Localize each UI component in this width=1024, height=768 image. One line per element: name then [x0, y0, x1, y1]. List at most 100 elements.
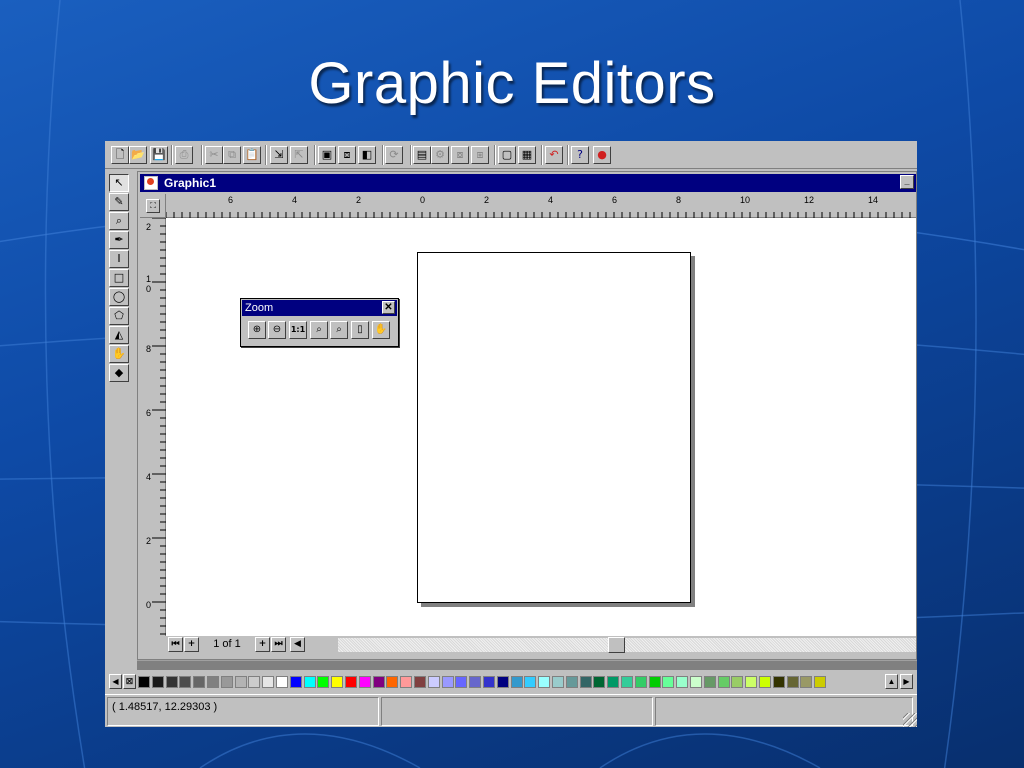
color-swatch[interactable]	[427, 676, 440, 688]
color-swatch[interactable]	[759, 676, 771, 688]
apple-button[interactable]: ●	[593, 146, 611, 164]
color-swatch[interactable]	[745, 676, 758, 688]
copy-button[interactable]: ⧉	[223, 146, 241, 164]
color-swatch[interactable]	[386, 676, 399, 688]
color-swatch[interactable]	[538, 676, 551, 688]
horizontal-ruler[interactable]: 6 4 2 0 2 4 6 8 10 12 14	[165, 194, 916, 218]
color-swatch[interactable]	[138, 676, 150, 688]
color-swatch[interactable]	[303, 676, 316, 688]
color-swatch[interactable]	[165, 676, 178, 688]
paste-button[interactable]: 📋	[243, 146, 261, 164]
color-swatch[interactable]	[483, 676, 495, 688]
undo-button[interactable]: ↶	[545, 146, 563, 164]
color-swatch[interactable]	[317, 676, 330, 688]
color-swatch[interactable]	[786, 676, 799, 688]
zoom-out-button[interactable]: ⊖	[268, 321, 286, 339]
color-swatch[interactable]	[289, 676, 302, 688]
color-swatch[interactable]	[510, 676, 523, 688]
color-swatch[interactable]	[662, 676, 675, 688]
text-tool[interactable]: I	[109, 250, 129, 268]
color-swatch[interactable]	[151, 676, 164, 688]
fill-hand-tool[interactable]: ✋	[109, 345, 129, 363]
drawing-canvas[interactable]	[166, 218, 916, 636]
add-page-before-button[interactable]: +	[184, 637, 199, 652]
help-button[interactable]: ?	[571, 146, 589, 164]
color-swatch[interactable]	[345, 676, 357, 688]
frame-button[interactable]: ▢	[498, 146, 516, 164]
color-swatch[interactable]	[772, 676, 785, 688]
color-swatch[interactable]	[690, 676, 702, 688]
new-document-button[interactable]: 🗋	[111, 146, 129, 164]
align-button[interactable]: ◧	[358, 146, 376, 164]
add-page-after-button[interactable]: +	[255, 637, 270, 652]
polygon-tool[interactable]: ⬠	[109, 307, 129, 325]
color-swatch[interactable]	[565, 676, 578, 688]
rotate-button[interactable]: ⟳	[385, 146, 403, 164]
open-button[interactable]: 📂	[129, 146, 147, 164]
color-swatch[interactable]	[455, 676, 468, 688]
zoom-all-button[interactable]: ⌕	[330, 321, 348, 339]
no-color-swatch[interactable]: ☒	[123, 674, 136, 689]
view-button[interactable]: ▣	[318, 146, 336, 164]
fill-tool[interactable]: ◆	[109, 364, 129, 382]
save-button[interactable]: 💾	[150, 146, 168, 164]
import-button[interactable]: ⇲	[270, 146, 288, 164]
export-button[interactable]: ⇱	[290, 146, 308, 164]
ruler-origin[interactable]: ⛶	[140, 194, 166, 218]
color-swatch[interactable]	[276, 676, 288, 688]
color-swatch[interactable]	[469, 676, 482, 688]
arrange-button[interactable]: ⧈	[338, 146, 356, 164]
select-tool[interactable]: ↖	[109, 174, 129, 192]
color-swatch[interactable]	[414, 676, 426, 688]
color-swatch[interactable]	[207, 676, 219, 688]
horizontal-scroll-thumb[interactable]	[608, 637, 625, 653]
color-swatch[interactable]	[496, 676, 509, 688]
color-swatch[interactable]	[634, 676, 647, 688]
cut-button[interactable]: ✂	[205, 146, 223, 164]
palette-scroll-left-button[interactable]: ◀	[109, 674, 122, 689]
print-button[interactable]: ⎙	[175, 146, 193, 164]
color-swatch[interactable]	[179, 676, 192, 688]
close-icon[interactable]: ✕	[382, 301, 395, 314]
color-swatch[interactable]	[731, 676, 744, 688]
color-swatch[interactable]	[331, 676, 344, 688]
color-swatch[interactable]	[400, 676, 413, 688]
color-swatch[interactable]	[814, 676, 827, 688]
color-swatch[interactable]	[372, 676, 385, 688]
group-button[interactable]: ⧇	[451, 146, 469, 164]
freehand-tool[interactable]: ✎	[109, 193, 129, 211]
gear-button[interactable]: ⚙	[431, 146, 449, 164]
scroll-left-button[interactable]: ◀	[290, 637, 305, 652]
color-swatch[interactable]	[234, 676, 247, 688]
rectangle-tool[interactable]: □	[109, 269, 129, 287]
vertical-ruler[interactable]: 21086420	[140, 217, 166, 636]
zoom-actual-button[interactable]: 1:1	[289, 321, 307, 339]
color-swatch[interactable]	[220, 676, 233, 688]
zoom-page-button[interactable]: ▯	[351, 321, 369, 339]
resize-grip[interactable]	[903, 713, 917, 727]
color-swatch[interactable]	[593, 676, 606, 688]
document-title-bar[interactable]: Graphic1 _	[140, 174, 916, 192]
color-swatch[interactable]	[703, 676, 716, 688]
color-swatch[interactable]	[676, 676, 689, 688]
palette-expand-button[interactable]: ▲	[885, 674, 898, 689]
ellipse-tool[interactable]: ◯	[109, 288, 129, 306]
first-page-button[interactable]: ⏮	[168, 637, 183, 652]
color-swatch[interactable]	[621, 676, 633, 688]
effects-button[interactable]: ▤	[413, 146, 431, 164]
zoom-palette-title-bar[interactable]: Zoom ✕	[242, 300, 397, 316]
color-swatch[interactable]	[193, 676, 206, 688]
horizontal-scroll-track[interactable]	[338, 638, 916, 652]
minimize-button[interactable]: _	[900, 175, 914, 189]
color-swatch[interactable]	[441, 676, 454, 688]
color-swatch[interactable]	[552, 676, 564, 688]
zoom-selection-button[interactable]: ⌕	[310, 321, 328, 339]
color-swatch[interactable]	[524, 676, 537, 688]
color-swatch[interactable]	[717, 676, 730, 688]
color-swatch[interactable]	[800, 676, 813, 688]
picture-button[interactable]: ▦	[518, 146, 536, 164]
edit-tool[interactable]: ✒	[109, 231, 129, 249]
pan-button[interactable]: ✋	[372, 321, 390, 339]
color-swatch[interactable]	[607, 676, 620, 688]
page-frame[interactable]	[417, 252, 691, 603]
